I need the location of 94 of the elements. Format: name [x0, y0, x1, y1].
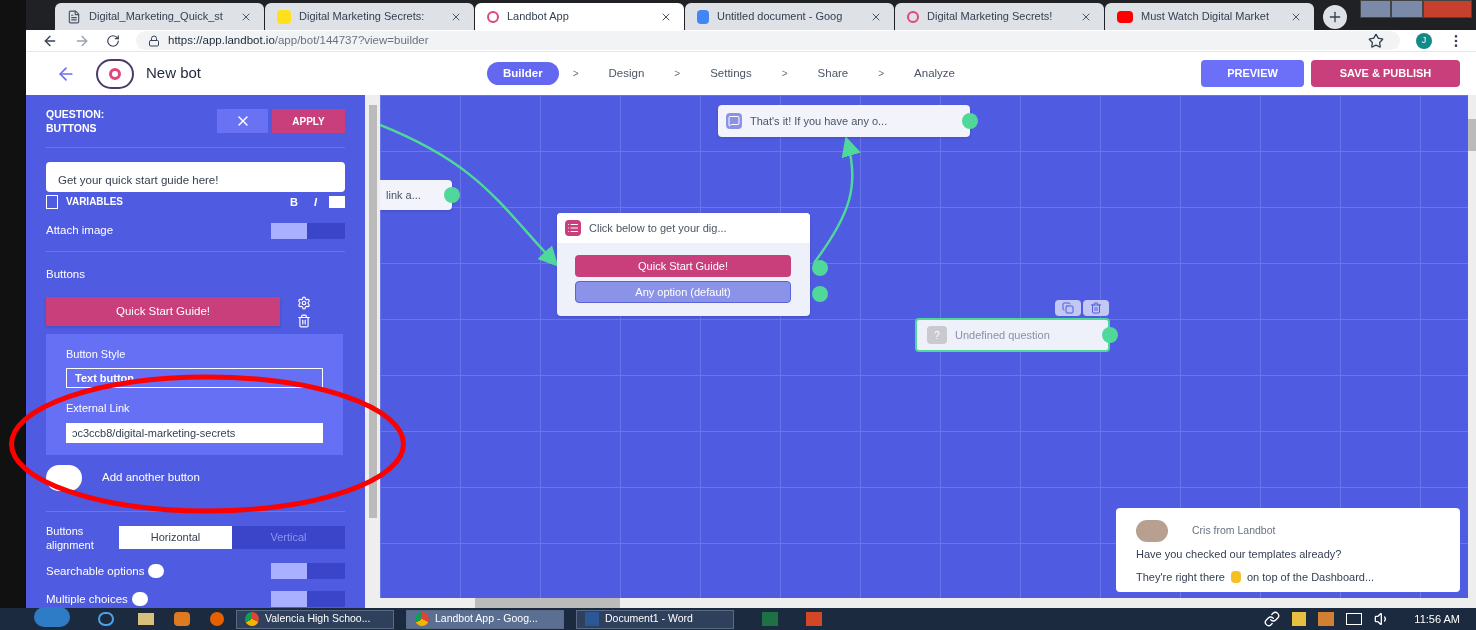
external-link-field[interactable]: ɔc3ccb8/digital-marketing-secrets: [66, 422, 323, 443]
taskbar-window[interactable]: Valencia High Schoo...: [236, 609, 394, 629]
step-tab[interactable]: Share: [801, 62, 865, 85]
flow-node[interactable]: link a...: [380, 180, 452, 210]
settings-icon[interactable]: [297, 295, 311, 310]
window-controls[interactable]: [1360, 0, 1472, 18]
step-separator: >: [878, 67, 885, 81]
option-button[interactable]: Quick Start Guide!: [575, 255, 791, 277]
step-tab[interactable]: Settings: [694, 62, 768, 85]
node-text: That's it! If you have any o...: [750, 113, 888, 129]
browser-icon[interactable]: [98, 612, 114, 626]
sidebar-scrollbar[interactable]: [365, 95, 380, 608]
window-title: Valencia High Schoo...: [265, 611, 371, 627]
variables-label[interactable]: VARIABLES: [66, 194, 124, 210]
bookmark-star-icon[interactable]: [1368, 32, 1384, 49]
bold-button[interactable]: B: [290, 193, 298, 210]
tab-title: Untitled document - Goog: [717, 9, 844, 25]
bot-logo-icon: [907, 10, 919, 23]
browser-tab[interactable]: Untitled document - Goog: [685, 3, 894, 30]
trash-icon[interactable]: [1083, 300, 1109, 316]
toggle-switch[interactable]: [271, 563, 345, 580]
tab-title: Digital_Marketing_Quick_st: [89, 9, 224, 25]
canvas-scrollbar[interactable]: [380, 598, 1476, 608]
variables-icon[interactable]: [46, 194, 58, 209]
browser-logo-icon: [415, 612, 429, 626]
lock-icon: [148, 34, 160, 47]
node-text: Undefined question: [955, 327, 1050, 343]
clock[interactable]: 11:56 AM: [1414, 610, 1460, 628]
step-tab[interactable]: Builder: [487, 62, 559, 85]
start-button[interactable]: [34, 607, 70, 627]
toggle-switch[interactable]: [271, 222, 345, 239]
flow-node[interactable]: Click below to get your dig... Quick Start Guide! Any option (default): [557, 213, 810, 316]
chat-message: on top of the Dashboard...: [1246, 569, 1375, 585]
question-icon: ?: [927, 326, 947, 344]
alignment-option[interactable]: Horizontal: [119, 526, 232, 549]
browser-logo-icon: [245, 612, 259, 626]
message-field[interactable]: Get your quick start guide here!: [46, 162, 345, 192]
toggle-switch[interactable]: [271, 591, 345, 608]
list-icon: [565, 220, 581, 236]
reload-icon[interactable]: [106, 33, 120, 48]
buttons-label: Buttons: [46, 267, 86, 283]
url-text: https://app.landbot.io/app/bot/144737?view=builder: [168, 32, 429, 48]
step-separator: >: [781, 67, 788, 81]
bot-title: New bot: [146, 63, 202, 84]
external-link-label: External Link: [66, 401, 131, 416]
step-tab[interactable]: Design: [592, 62, 661, 85]
canvas-scrollbar[interactable]: [1468, 95, 1476, 598]
button-style-label: Button Style: [66, 346, 127, 362]
browser-tab[interactable]: Must Watch Digital Market: [1105, 3, 1314, 30]
chat-bubble-icon: [726, 113, 742, 129]
italic-button[interactable]: I: [313, 193, 317, 210]
tab-title: Digital Marketing Secrets!: [927, 9, 1054, 25]
preview-button[interactable]: PREVIEW: [1201, 60, 1304, 87]
taskbar-window[interactable]: Document1 - Word: [576, 609, 734, 629]
document-icon: [697, 9, 709, 24]
taskbar-window[interactable]: Landbot App - Goog...: [406, 609, 564, 629]
browser-tab[interactable]: Digital Marketing Secrets:: [265, 3, 474, 30]
chat-message: They're right there: [1136, 569, 1225, 585]
flow-node[interactable]: That's it! If you have any o...: [718, 105, 970, 137]
new-tab-icon[interactable]: [1323, 4, 1347, 29]
quick-start-button[interactable]: Quick Start Guide!: [46, 297, 280, 326]
browser-tab[interactable]: Digital Marketing Secrets!: [895, 3, 1104, 30]
step-separator: >: [674, 67, 681, 81]
document-icon: [67, 9, 81, 24]
trash-icon[interactable]: [297, 313, 311, 328]
attach-image-label: Attach image: [46, 223, 114, 238]
option-label: Searchable options: [46, 563, 145, 579]
address-field[interactable]: https://app.landbot.io/app/bot/144737?view=builder: [136, 31, 1400, 50]
window-title: Document1 - Word: [605, 611, 693, 627]
browser-tab[interactable]: Landbot App: [475, 3, 684, 30]
node-text: link a...: [386, 187, 421, 203]
step-tab[interactable]: Analyze: [898, 62, 971, 85]
alignment-label: Buttons alignment: [46, 523, 95, 552]
avatar: [1136, 520, 1168, 542]
add-button-link[interactable]: Add another button: [102, 468, 200, 487]
browser-tab[interactable]: Digital_Marketing_Quick_st: [55, 3, 264, 30]
tab-title: Landbot App: [507, 9, 570, 25]
apply-button[interactable]: APPLY: [272, 109, 345, 133]
chat-message: Have you checked our templates already?: [1136, 547, 1343, 562]
publish-button[interactable]: SAVE & PUBLISH: [1311, 60, 1460, 87]
tab-title: Digital Marketing Secrets:: [299, 9, 426, 25]
tab-title: Must Watch Digital Market: [1141, 9, 1270, 25]
step-separator: >: [572, 67, 579, 81]
sender-name: Cris from Landbot: [1192, 523, 1276, 539]
chat-popup[interactable]: Cris from Landbot Have you checked our templates already? They're right there on top of the Dashboard...: [1116, 508, 1460, 592]
option-label: Multiple choices: [46, 591, 128, 607]
flow-canvas[interactable]: [380, 95, 1468, 598]
link-icon[interactable]: [1264, 611, 1281, 627]
node-text: Click below to get your dig...: [589, 220, 727, 236]
window-title: Landbot App - Goog...: [435, 611, 538, 627]
profile-avatar[interactable]: J: [1416, 32, 1432, 49]
bot-logo-icon: [487, 10, 499, 23]
panel-title: QUESTION: BUTTONS: [46, 107, 105, 135]
bot-logo-icon: [96, 58, 134, 89]
